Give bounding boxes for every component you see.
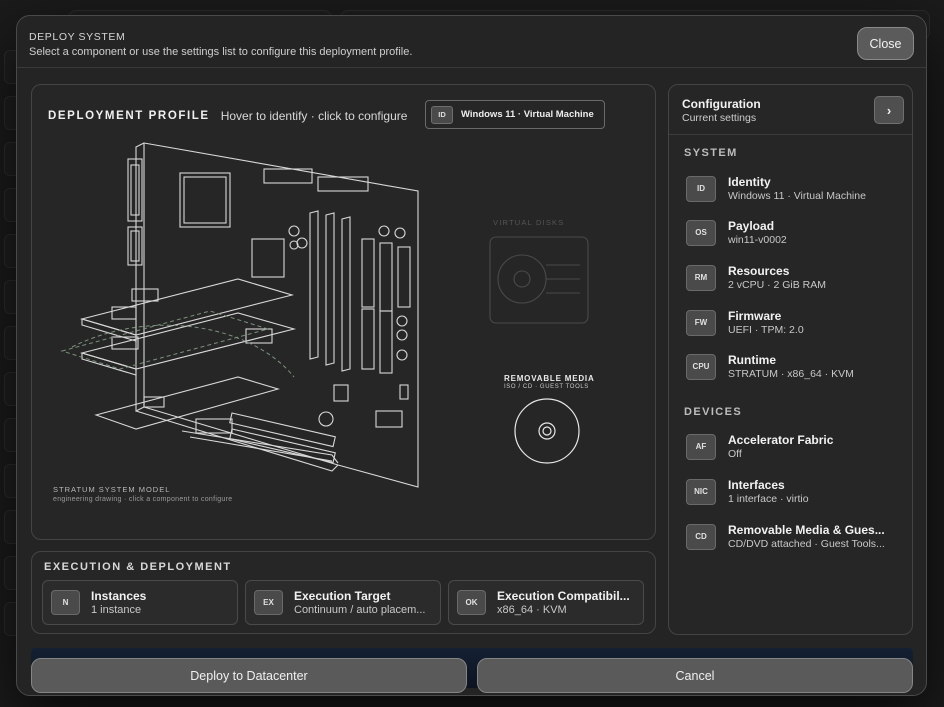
configuration-header: Configuration Current settings › <box>669 85 912 135</box>
config-item-title: Payload <box>728 219 775 233</box>
profile-hint: Hover to identify · click to configure <box>220 109 408 123</box>
config-item-firmware[interactable]: FW Firmware UEFI · TPM: 2.0 <box>686 309 898 336</box>
config-item-payload[interactable]: OS Payload win11-v0002 <box>686 219 898 246</box>
instances-card[interactable]: N Instances 1 instance <box>42 580 238 625</box>
deployment-profile-panel: DEPLOYMENT PROFILE Hover to identify · c… <box>31 84 656 540</box>
execution-panel: EXECUTION & DEPLOYMENT N Instances 1 ins… <box>31 551 656 634</box>
compatibility-tag-icon: OK <box>457 590 486 615</box>
config-item-accelerator-fabric[interactable]: AF Accelerator Fabric Off <box>686 433 898 460</box>
deploy-button[interactable]: Deploy to Datacenter <box>31 658 467 693</box>
chipset <box>251 238 285 278</box>
config-item-resources[interactable]: RM Resources 2 vCPU · 2 GiB RAM <box>686 264 898 291</box>
removable-media-label: REMOVABLE MEDIA <box>504 374 595 383</box>
close-button[interactable]: Close <box>857 27 914 60</box>
dialog-subtitle: Select a component or use the settings l… <box>29 46 413 58</box>
card-title: Execution Compatibil... <box>497 589 630 603</box>
expansion-card-3 <box>94 376 280 430</box>
instances-tag-icon: N <box>51 590 80 615</box>
ram-slot-1 <box>309 210 319 360</box>
execution-compatibility-card[interactable]: OK Execution Compatibil... x86_64 · KVM <box>448 580 644 625</box>
config-item-title: Runtime <box>728 353 776 367</box>
cd-tag-icon: CD <box>686 523 716 550</box>
config-item-value: 2 vCPU · 2 GiB RAM <box>728 279 827 291</box>
config-item-value: Off <box>728 448 742 460</box>
removable-media-disc <box>514 398 580 464</box>
profile-title: DEPLOYMENT PROFILE <box>48 110 210 122</box>
runtime-tag-icon: CPU <box>686 353 716 380</box>
model-caption: STRATUM SYSTEM MODEL <box>53 485 171 494</box>
execution-target-tag-icon: EX <box>254 590 283 615</box>
resources-tag-icon: RM <box>686 264 716 291</box>
nic-tag-icon: NIC <box>686 478 716 505</box>
cpu-socket <box>179 172 231 228</box>
configuration-panel: Configuration Current settings › SYSTEM … <box>668 84 913 635</box>
config-item-value: 1 interface · virtio <box>728 493 809 505</box>
devices-section-label: DEVICES <box>684 406 743 418</box>
accelerator-tag-icon: AF <box>686 433 716 460</box>
card-value: 1 instance <box>91 604 142 616</box>
config-item-value: win11-v0002 <box>728 234 787 246</box>
config-item-value: CD/DVD attached · Guest Tools... <box>728 538 885 550</box>
card-value: x86_64 · KVM <box>497 604 567 616</box>
config-item-runtime[interactable]: CPU Runtime STRATUM · x86_64 · KVM <box>686 353 898 380</box>
model-subcaption: engineering drawing · click a component … <box>53 496 233 503</box>
config-item-value: UEFI · TPM: 2.0 <box>728 324 804 336</box>
firmware-tag-icon: FW <box>686 309 716 336</box>
config-item-value: STRATUM · x86_64 · KVM <box>728 368 854 380</box>
dialog-title: DEPLOY SYSTEM <box>29 31 126 43</box>
config-item-title: Interfaces <box>728 478 785 492</box>
cancel-button[interactable]: Cancel <box>477 658 913 693</box>
virtual-disk-icon <box>489 236 589 324</box>
chevron-right-icon[interactable]: › <box>874 96 904 124</box>
system-section-label: SYSTEM <box>684 147 738 159</box>
removable-media-sub: ISO / CD · GUEST TOOLS <box>504 384 589 390</box>
execution-target-card[interactable]: EX Execution Target Continuum / auto pla… <box>245 580 441 625</box>
pci-slot-1 <box>361 238 375 308</box>
identity-tag-icon: ID <box>686 175 716 202</box>
config-item-title: Resources <box>728 264 790 278</box>
config-item-title: Identity <box>728 175 771 189</box>
config-item-identity[interactable]: ID Identity Windows 11 · Virtual Machine <box>686 175 898 202</box>
configuration-title: Configuration <box>682 97 761 111</box>
profile-header: DEPLOYMENT PROFILE Hover to identify · c… <box>48 109 407 123</box>
deploy-system-dialog: DEPLOY SYSTEM Select a component or use … <box>16 15 927 696</box>
ram-slot-3 <box>341 216 351 372</box>
config-item-title: Removable Media & Gues... <box>728 523 885 537</box>
card-value: Continuum / auto placem... <box>294 604 426 616</box>
id-tag-icon: ID <box>431 105 453 124</box>
config-item-interfaces[interactable]: NIC Interfaces 1 interface · virtio <box>686 478 898 505</box>
config-item-removable-media[interactable]: CD Removable Media & Gues... CD/DVD atta… <box>686 523 898 550</box>
execution-title: EXECUTION & DEPLOYMENT <box>44 561 232 573</box>
identity-chip[interactable]: ID Windows 11 · Virtual Machine <box>425 100 605 129</box>
rear-io-ports <box>127 158 143 222</box>
identity-chip-label: Windows 11 · Virtual Machine <box>461 109 594 120</box>
configuration-subtitle: Current settings <box>682 112 757 124</box>
dialog-header: DEPLOY SYSTEM Select a component or use … <box>17 16 926 68</box>
config-item-title: Accelerator Fabric <box>728 433 834 447</box>
config-item-title: Firmware <box>728 309 782 323</box>
system-model-drawing[interactable] <box>32 85 657 541</box>
ram-slot-2 <box>325 212 335 366</box>
virtual-disks-label: VIRTUAL DISKS <box>493 218 565 227</box>
config-item-value: Windows 11 · Virtual Machine <box>728 190 866 202</box>
payload-tag-icon: OS <box>686 219 716 246</box>
card-title: Instances <box>91 589 147 603</box>
background-scrollbar <box>926 80 936 680</box>
card-title: Execution Target <box>294 589 391 603</box>
motherboard-board <box>143 142 419 488</box>
